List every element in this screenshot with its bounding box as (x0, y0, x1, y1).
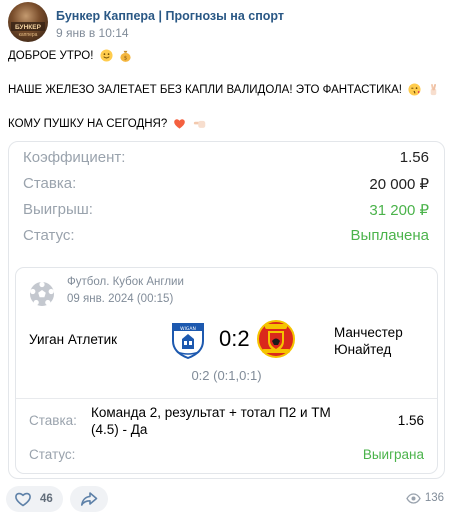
heart-outline-icon (15, 492, 31, 507)
post: БУНКЕР каппера Бункер Каппера | Прогнозы… (0, 0, 457, 512)
bet-status-label: Статус: (29, 447, 76, 462)
post-text: ДОБРОЕ УТРО! (8, 50, 94, 62)
post-date[interactable]: 9 янв в 10:14 (56, 26, 129, 40)
away-team: Манчестер Юнайтед (334, 325, 403, 357)
heart-icon (174, 119, 186, 129)
winking-kiss-icon (408, 83, 421, 96)
match-card: Футбол. Кубок Англии 09 янв. 2024 (00:15… (15, 267, 438, 474)
smiling-face-icon (100, 49, 113, 62)
post-text: НАШЕ ЖЕЛЕЗО ЗАЛЕТАЕТ БЕЗ КАПЛИ ВАЛИДОЛА!… (8, 84, 402, 96)
svg-text:$: $ (124, 56, 128, 62)
score: 0:2 (219, 326, 250, 351)
post-text-line-1: ДОБРОЕ УТРО! $ (8, 49, 132, 62)
soccer-ball-icon (30, 281, 54, 306)
manchester-united-logo-icon (257, 320, 295, 358)
winnings-label: Выигрыш: (23, 201, 93, 218)
league-name: Футбол. Кубок Англии (67, 276, 184, 288)
status-label: Статус: (23, 227, 75, 244)
share-button[interactable] (70, 486, 108, 512)
money-bag-icon: $ (120, 50, 131, 62)
eye-icon (406, 493, 421, 504)
like-button[interactable]: 46 (6, 486, 63, 512)
avatar[interactable]: БУНКЕР каппера (8, 2, 48, 42)
bunker-logo-icon: БУНКЕР каппера (11, 22, 45, 38)
status-value: Выплачена (350, 227, 429, 244)
home-team: Уиган Атлетик (29, 332, 118, 347)
stake-value: 20 000 ₽ (369, 176, 429, 193)
status-row: Статус: Выплачена (23, 227, 429, 251)
stake-row: Ставка: 20 000 ₽ (23, 175, 429, 199)
post-text-line-3: КОМУ ПУШКУ НА СЕГОДНЯ? (8, 117, 207, 130)
bet-odds: 1.56 (397, 413, 424, 428)
views-count: 136 (424, 492, 444, 504)
winnings-row: Выигрыш: 31 200 ₽ (23, 201, 429, 225)
share-icon (81, 492, 98, 506)
svg-text:WIGAN: WIGAN (180, 326, 196, 332)
pointing-left-icon (193, 120, 205, 128)
author-name[interactable]: Бункер Каппера | Прогнозы на спорт (56, 9, 284, 23)
bet-status-value: Выиграна (362, 447, 424, 462)
like-count: 46 (40, 493, 53, 505)
odds-row: Коэффициент: 1.56 (23, 149, 429, 173)
bet-label: Ставка: (29, 413, 77, 428)
winnings-value: 31 200 ₽ (369, 202, 429, 219)
post-text: КОМУ ПУШКУ НА СЕГОДНЯ? (8, 118, 168, 130)
post-text-line-2: НАШЕ ЖЕЛЕЗО ЗАЛЕТАЕТ БЕЗ КАПЛИ ВАЛИДОЛА!… (8, 83, 440, 96)
crossed-fingers-icon (431, 83, 437, 96)
stake-label: Ставка: (23, 175, 77, 192)
odds-value: 1.56 (399, 149, 429, 166)
divider (16, 398, 437, 399)
svg-text:БУНКЕР: БУНКЕР (15, 24, 42, 31)
match-date: 09 янв. 2024 (00:15) (67, 293, 174, 305)
odds-label: Коэффициент: (23, 149, 126, 166)
half-scores: 0:2 (0:1,0:1) (191, 368, 262, 383)
svg-text:каппера: каппера (19, 32, 38, 38)
bet-card: Коэффициент: 1.56 Ставка: 20 000 ₽ Выигр… (8, 141, 445, 479)
wigan-athletic-logo-icon: WIGAN (172, 323, 204, 359)
bet-description: Команда 2, результат + тотал П2 и ТМ (4.… (91, 405, 331, 437)
views-counter: 136 (406, 492, 444, 504)
